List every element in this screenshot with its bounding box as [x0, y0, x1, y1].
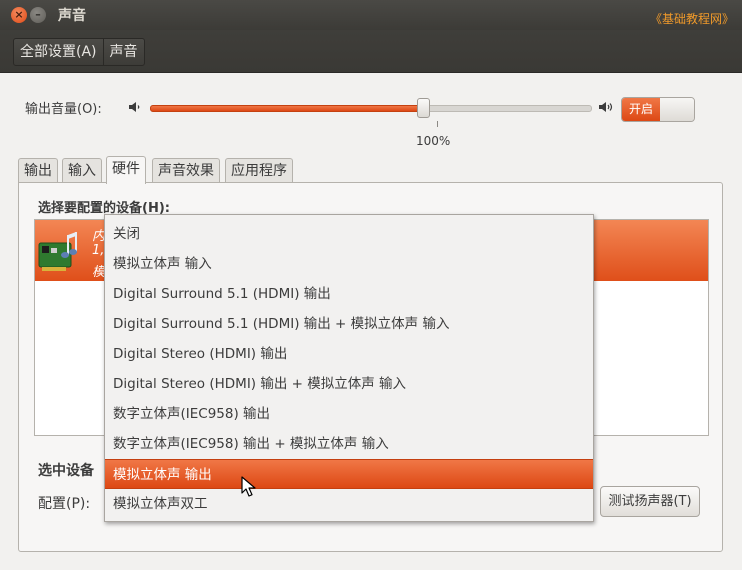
menu-item[interactable]: Digital Stereo (HDMI) 输出 + 模拟立体声 输入	[105, 369, 593, 399]
toggle-on-label: 开启	[622, 98, 660, 121]
watermark-text: 《基础教程网》	[649, 12, 734, 26]
sound-card-icon	[38, 232, 77, 271]
menu-item[interactable]: Digital Surround 5.1 (HDMI) 输出	[105, 279, 593, 309]
profile-label: 配置(P):	[38, 496, 91, 512]
tab-applications[interactable]: 应用程序	[225, 158, 293, 183]
title-bar	[0, 0, 742, 30]
menu-item[interactable]: 模拟立体声 输出	[105, 459, 593, 489]
volume-slider-handle[interactable]	[416, 98, 430, 118]
menu-item[interactable]: 数字立体声(IEC958) 输出 + 模拟立体声 输入	[105, 429, 593, 459]
volume-100-mark	[437, 121, 438, 127]
output-volume-label: 输出音量(O):	[25, 102, 102, 117]
sound-breadcrumb-button[interactable]: 声音	[102, 39, 144, 65]
tab-sound-effects[interactable]: 声音效果	[152, 158, 220, 183]
menu-item[interactable]: Digital Surround 5.1 (HDMI) 输出 + 模拟立体声 输…	[105, 309, 593, 339]
close-icon[interactable]: ×	[11, 7, 27, 23]
menu-item[interactable]: Digital Stereo (HDMI) 输出	[105, 339, 593, 369]
menu-item[interactable]: 模拟立体声 输入	[105, 249, 593, 279]
profile-dropdown-menu[interactable]: 关闭 模拟立体声 输入 Digital Surround 5.1 (HDMI) 输出…	[104, 214, 594, 522]
volume-high-icon	[599, 102, 613, 112]
volume-slider-fill	[150, 105, 425, 112]
tab-input[interactable]: 输入	[62, 158, 102, 183]
window-title: 声音	[58, 8, 86, 24]
breadcrumb: 全部设置(A) 声音	[13, 38, 145, 66]
minimize-icon[interactable]: –	[30, 7, 46, 23]
tab-hardware[interactable]: 硬件	[106, 156, 146, 184]
tab-output[interactable]: 输出	[18, 158, 58, 183]
menu-item[interactable]: 数字立体声(IEC958) 输出	[105, 399, 593, 429]
test-speakers-button[interactable]: 测试扬声器(T)	[600, 486, 700, 517]
selected-device-settings-label: 选中设备	[38, 463, 94, 479]
menu-item[interactable]: 模拟立体声双工	[105, 489, 593, 519]
volume-100-label: 100%	[416, 134, 451, 148]
device-detail-text: 1,	[92, 243, 105, 258]
mute-toggle-switch[interactable]: 开启	[621, 97, 695, 122]
mouse-pointer-icon	[241, 476, 256, 497]
menu-item[interactable]: 关闭	[105, 219, 593, 249]
volume-low-icon	[129, 102, 140, 112]
all-settings-button[interactable]: 全部设置(A)	[14, 39, 103, 65]
toggle-thumb[interactable]	[660, 98, 694, 121]
